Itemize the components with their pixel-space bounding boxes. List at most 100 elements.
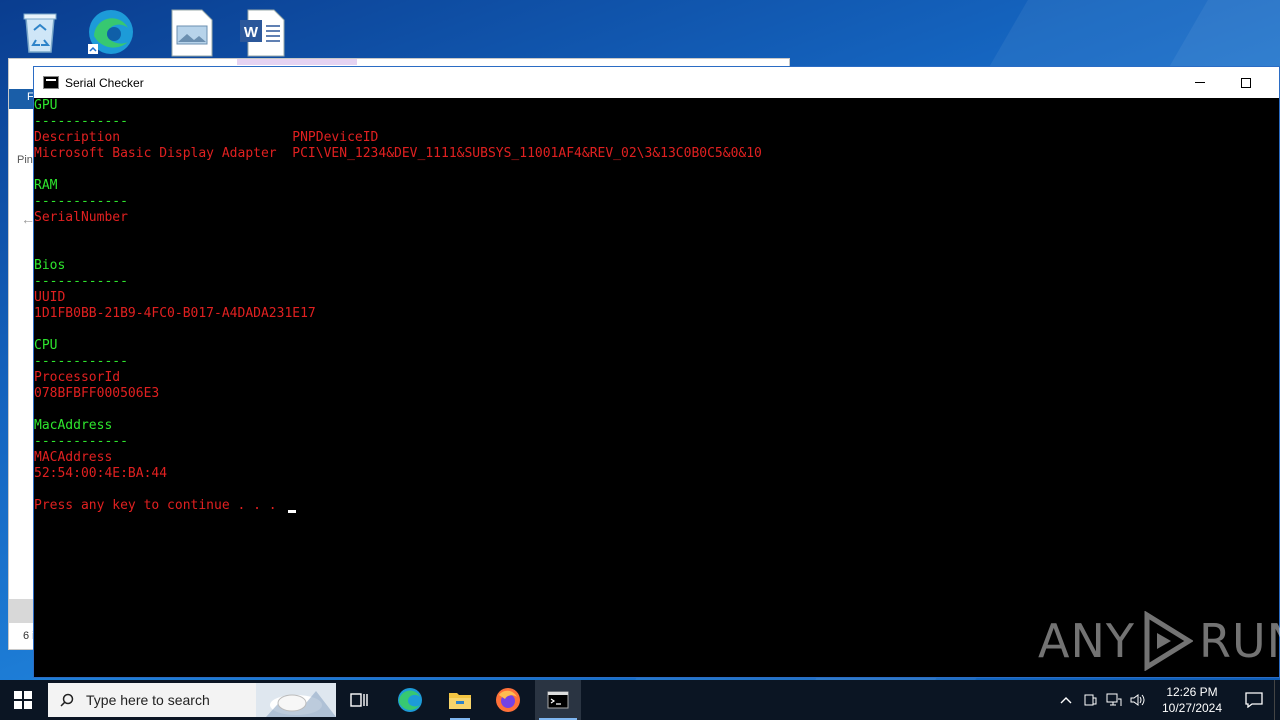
console-line: ------------ xyxy=(34,274,1279,290)
svg-text:W: W xyxy=(244,24,259,41)
console-line-text: ------------ xyxy=(34,434,128,449)
console-line-text: 078BFBFF000506E3 xyxy=(34,386,160,401)
console-line: SerialNumber xyxy=(34,210,1279,226)
notification-icon xyxy=(1245,692,1263,708)
start-button[interactable] xyxy=(0,680,46,720)
maximize-button[interactable] xyxy=(1223,67,1269,98)
console-line: Description PNPDeviceID xyxy=(34,130,1279,146)
firefox-icon xyxy=(496,688,520,712)
taskbar-search-box[interactable]: Type here to search xyxy=(48,683,336,717)
console-line: ------------ xyxy=(34,434,1279,450)
console-line: MacAddress xyxy=(34,418,1279,434)
folder-icon xyxy=(449,693,471,709)
console-line-text: MacAddress xyxy=(34,418,113,433)
console-line-text: Bios xyxy=(34,258,66,273)
volume-tray-button[interactable] xyxy=(1126,680,1150,720)
console-line-text: CPU xyxy=(34,338,58,353)
console-line: Bios xyxy=(34,258,1279,274)
search-placeholder: Type here to search xyxy=(86,692,210,708)
console-line: Microsoft Basic Display Adapter PCI\VEN_… xyxy=(34,146,1279,162)
console-line-text: Microsoft Basic Display Adapter PCI\VEN_… xyxy=(34,146,762,161)
image-file-icon[interactable] xyxy=(166,6,218,58)
console-line-text: UUID xyxy=(34,290,66,305)
console-line: UUID xyxy=(34,290,1279,306)
device-icon xyxy=(1084,694,1097,706)
device-tray-button[interactable] xyxy=(1078,680,1102,720)
notification-center-button[interactable] xyxy=(1234,680,1274,720)
watermark-text-left: ANY xyxy=(1038,614,1135,668)
show-desktop-button[interactable] xyxy=(1274,680,1280,720)
console-titlebar[interactable]: Serial Checker xyxy=(34,67,1279,98)
watermark-text-right: RUN xyxy=(1198,614,1280,668)
system-tray: 12:26 PM 10/27/2024 xyxy=(1054,680,1280,720)
console-line-text: ------------ xyxy=(34,114,128,129)
taskbar-cmd-button[interactable] xyxy=(535,680,581,720)
speaker-icon xyxy=(1130,694,1145,706)
console-line-text: Press any key to continue . . . xyxy=(34,498,285,513)
window-title: Serial Checker xyxy=(65,75,144,90)
console-output[interactable]: GPU ------------ Description PNPDeviceID Mi… xyxy=(34,98,1279,514)
show-hidden-icons-button[interactable] xyxy=(1054,680,1078,720)
explorer-pin-label[interactable]: Pin xyxy=(17,154,33,166)
explorer-scroll-strip xyxy=(9,599,35,623)
console-line-text: MACAddress xyxy=(34,450,113,465)
console-line: ------------ xyxy=(34,354,1279,370)
word-document-icon[interactable]: W xyxy=(236,6,288,58)
edge-icon xyxy=(398,688,422,712)
console-line-text: ------------ xyxy=(34,274,128,289)
minimize-button[interactable] xyxy=(1177,67,1223,98)
console-line: Press any key to continue . . . xyxy=(34,498,1279,514)
console-window[interactable]: Serial Checker GPU ------------ Descriptio… xyxy=(33,66,1280,678)
text-cursor xyxy=(288,510,297,513)
console-line: ------------ xyxy=(34,114,1279,130)
search-icon xyxy=(60,693,74,707)
console-line: RAM xyxy=(34,178,1279,194)
console-line-text: 52:54:00:4E:BA:44 xyxy=(34,466,168,481)
console-line: 078BFBFF000506E3 xyxy=(34,386,1279,402)
maximize-icon xyxy=(1241,77,1251,88)
console-line: ProcessorId xyxy=(34,370,1279,386)
console-line: GPU xyxy=(34,98,1279,114)
network-icon xyxy=(1106,693,1122,706)
console-line: 52:54:00:4E:BA:44 xyxy=(34,466,1279,482)
network-tray-button[interactable] xyxy=(1102,680,1126,720)
edge-desktop-icon[interactable] xyxy=(84,6,136,58)
recycle-bin-icon[interactable] xyxy=(14,6,66,58)
task-view-button[interactable] xyxy=(340,680,380,720)
explorer-tab-highlight xyxy=(237,59,357,65)
console-line-text: Description PNPDeviceID xyxy=(34,130,379,145)
console-line-text: GPU xyxy=(34,98,58,113)
console-line-text: ------------ xyxy=(34,194,128,209)
cmd-icon xyxy=(43,76,59,89)
console-line-text: RAM xyxy=(34,178,58,193)
console-line: CPU xyxy=(34,338,1279,354)
taskbar-file-explorer-button[interactable] xyxy=(440,680,480,720)
taskbar-edge-button[interactable] xyxy=(390,680,430,720)
console-line: 1D1FB0BB-21B9-4FC0-B017-A4DADA231E17 xyxy=(34,306,1279,322)
clock-date: 10/27/2024 xyxy=(1161,701,1223,715)
search-highlight-illustration xyxy=(256,683,336,717)
explorer-file-tab[interactable]: F xyxy=(9,89,35,109)
taskbar-firefox-button[interactable] xyxy=(488,680,528,720)
console-line-text: 1D1FB0BB-21B9-4FC0-B017-A4DADA231E17 xyxy=(34,306,316,321)
console-line: ------------ xyxy=(34,194,1279,210)
minimize-icon xyxy=(1195,82,1205,83)
console-line-text: ProcessorId xyxy=(34,370,121,385)
console-line: MACAddress xyxy=(34,450,1279,466)
console-line-text: ------------ xyxy=(34,354,128,369)
cmd-icon xyxy=(547,691,569,709)
taskbar: Type here to search 12:26 PM 10/27/2024 xyxy=(0,680,1280,720)
clock-time: 12:26 PM xyxy=(1166,685,1218,699)
taskbar-clock[interactable]: 12:26 PM 10/27/2024 xyxy=(1150,684,1234,716)
chevron-up-icon xyxy=(1060,697,1072,704)
console-line-text: SerialNumber xyxy=(34,210,128,225)
watermark-play-icon xyxy=(1144,611,1193,671)
windows-logo-icon xyxy=(14,691,32,709)
anyrun-watermark: ANY RUN xyxy=(1038,610,1280,672)
